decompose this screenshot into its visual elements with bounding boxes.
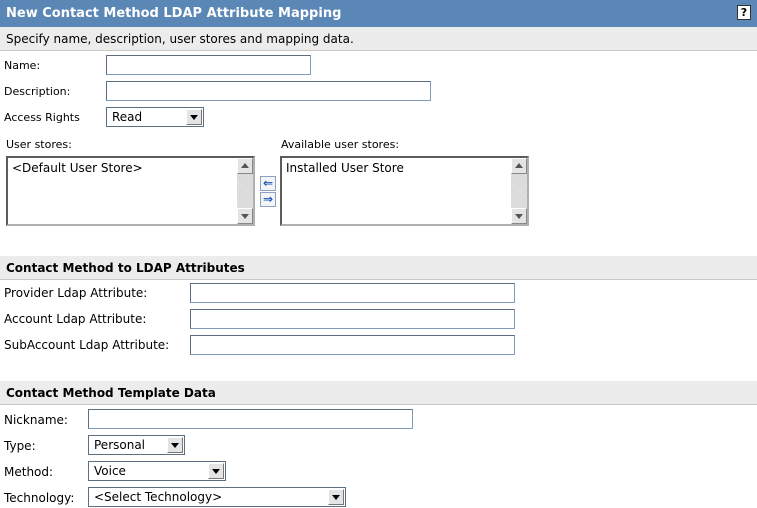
technology-value: <Select Technology>: [94, 490, 223, 504]
description-label: Description:: [4, 85, 71, 98]
method-select[interactable]: Voice: [88, 461, 226, 481]
move-left-button[interactable]: ⇐: [260, 176, 276, 191]
method-label: Method:: [4, 465, 54, 479]
access-rights-select[interactable]: Read: [106, 107, 204, 127]
list-item[interactable]: Installed User Store: [286, 161, 404, 175]
nickname-input[interactable]: [88, 409, 413, 429]
scrollbar[interactable]: [237, 158, 253, 224]
description-input[interactable]: [106, 81, 431, 101]
technology-select[interactable]: <Select Technology>: [88, 487, 346, 507]
access-rights-value: Read: [112, 110, 143, 124]
available-stores-label: Available user stores:: [281, 138, 400, 151]
user-stores-list[interactable]: <Default User Store>: [6, 156, 255, 226]
name-input[interactable]: [106, 55, 311, 75]
list-item[interactable]: <Default User Store>: [12, 161, 143, 175]
scroll-down-icon[interactable]: [237, 208, 253, 224]
chevron-down-icon[interactable]: [167, 437, 183, 453]
provider-ldap-label: Provider Ldap Attribute:: [4, 286, 148, 300]
name-label: Name:: [4, 59, 41, 72]
provider-ldap-input[interactable]: [190, 283, 515, 303]
help-button[interactable]: ?: [737, 5, 751, 20]
type-select[interactable]: Personal: [88, 435, 185, 455]
arrow-left-icon: ⇐: [262, 176, 274, 190]
dialog-title-bar: New Contact Method LDAP Attribute Mappin…: [0, 0, 757, 27]
dialog-subtitle: Specify name, description, user stores a…: [0, 27, 757, 51]
type-label: Type:: [4, 439, 36, 453]
scroll-down-icon[interactable]: [511, 208, 527, 224]
subaccount-ldap-label: SubAccount Ldap Attribute:: [4, 338, 170, 352]
account-ldap-label: Account Ldap Attribute:: [4, 312, 147, 326]
access-rights-label: Access Rights: [4, 111, 80, 124]
chevron-down-icon[interactable]: [328, 489, 344, 505]
scroll-up-icon[interactable]: [237, 158, 253, 174]
technology-label: Technology:: [4, 491, 75, 505]
subaccount-ldap-input[interactable]: [190, 335, 515, 355]
scrollbar[interactable]: [511, 158, 527, 224]
chevron-down-icon[interactable]: [186, 109, 202, 125]
method-value: Voice: [94, 464, 126, 478]
user-stores-label: User stores:: [6, 138, 72, 151]
arrow-right-icon: ⇒: [262, 192, 274, 206]
template-section-header: Contact Method Template Data: [0, 381, 757, 405]
nickname-label: Nickname:: [4, 413, 68, 427]
move-right-button[interactable]: ⇒: [260, 192, 276, 207]
available-stores-list[interactable]: Installed User Store: [280, 156, 529, 226]
dialog-title: New Contact Method LDAP Attribute Mappin…: [6, 6, 342, 21]
type-value: Personal: [94, 438, 146, 452]
account-ldap-input[interactable]: [190, 309, 515, 329]
scroll-up-icon[interactable]: [511, 158, 527, 174]
chevron-down-icon[interactable]: [208, 463, 224, 479]
ldap-section-header: Contact Method to LDAP Attributes: [0, 256, 757, 280]
